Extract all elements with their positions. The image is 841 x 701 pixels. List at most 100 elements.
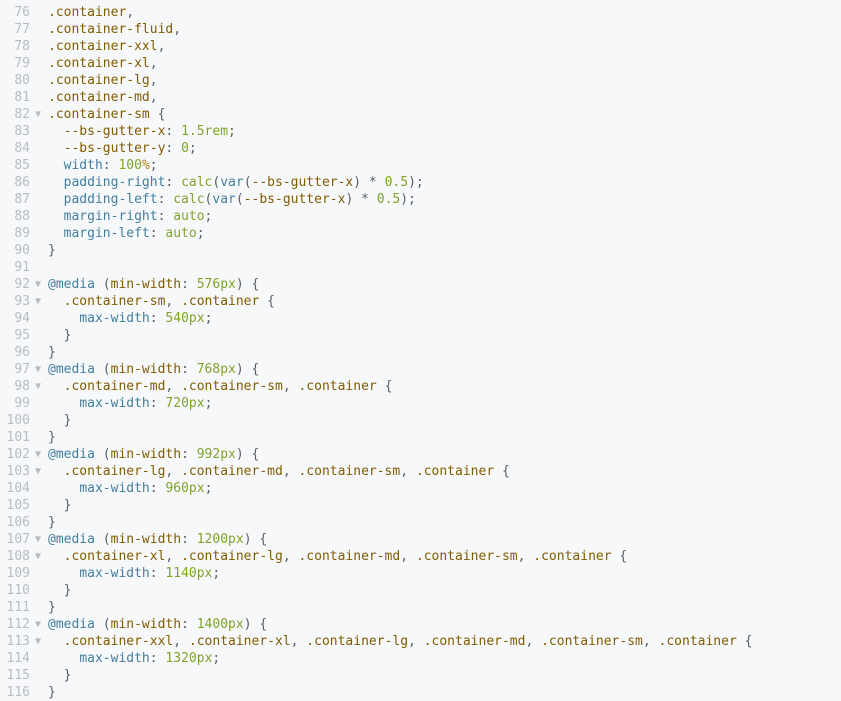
token-punc: (: [236, 192, 244, 207]
code-line[interactable]: @media (min-width: 768px) {: [48, 361, 841, 378]
code-line[interactable]: .container-sm {: [48, 106, 841, 123]
code-line[interactable]: max-width: 1320px;: [48, 650, 841, 667]
code-line[interactable]: max-width: 720px;: [48, 395, 841, 412]
fold-toggle-icon[interactable]: ▼: [34, 361, 46, 378]
line-number: 102: [0, 446, 34, 463]
code-line[interactable]: margin-left: auto;: [48, 225, 841, 242]
fold-toggle-icon[interactable]: ▼: [34, 616, 46, 633]
code-line[interactable]: [48, 259, 841, 276]
token-punc: }: [48, 498, 71, 513]
token-punc: ) {: [236, 447, 259, 462]
fold-toggle-icon[interactable]: ▼: [34, 633, 46, 650]
token-punc: }: [48, 430, 56, 445]
code-line[interactable]: max-width: 540px;: [48, 310, 841, 327]
code-line[interactable]: margin-right: auto;: [48, 208, 841, 225]
code-line[interactable]: .container-lg,: [48, 72, 841, 89]
code-line[interactable]: .container-xl, .container-lg, .container…: [48, 548, 841, 565]
fold-spacer: [34, 497, 46, 514]
code-line[interactable]: }: [48, 667, 841, 684]
token-sel: .container-fluid: [48, 22, 173, 37]
code-line[interactable]: max-width: 960px;: [48, 480, 841, 497]
code-line[interactable]: }: [48, 684, 841, 701]
token-punc: ;: [205, 396, 213, 411]
code-line[interactable]: .container-xxl, .container-xl, .containe…: [48, 633, 841, 650]
code-line[interactable]: }: [48, 327, 841, 344]
code-line[interactable]: }: [48, 429, 841, 446]
code-line[interactable]: .container,: [48, 4, 841, 21]
line-number: 94: [0, 310, 34, 327]
code-line[interactable]: }: [48, 582, 841, 599]
fold-toggle-icon[interactable]: ▼: [34, 276, 46, 293]
token-val: 1320px: [165, 651, 212, 666]
token-punc: }: [48, 243, 56, 258]
line-number: 114: [0, 650, 34, 667]
token-punc: ,: [400, 549, 416, 564]
token-sel: min-width: [111, 447, 181, 462]
code-line[interactable]: @media (min-width: 1200px) {: [48, 531, 841, 548]
code-line[interactable]: .container-lg, .container-md, .container…: [48, 463, 841, 480]
code-line[interactable]: }: [48, 497, 841, 514]
fold-column[interactable]: ▼▼▼▼▼▼▼▼▼▼▼: [34, 4, 46, 701]
token-punc: }: [48, 583, 71, 598]
token-val: auto: [165, 226, 196, 241]
code-line[interactable]: .container-md,: [48, 89, 841, 106]
code-line[interactable]: .container-xxl,: [48, 38, 841, 55]
token-punc: ,: [643, 634, 659, 649]
token-punc: ;: [150, 158, 158, 173]
code-line[interactable]: .container-md, .container-sm, .container…: [48, 378, 841, 395]
code-line[interactable]: @media (min-width: 992px) {: [48, 446, 841, 463]
code-line[interactable]: width: 100%;: [48, 157, 841, 174]
fold-toggle-icon[interactable]: ▼: [34, 293, 46, 310]
code-line[interactable]: @media (min-width: 1400px) {: [48, 616, 841, 633]
code-line[interactable]: --bs-gutter-y: 0;: [48, 140, 841, 157]
code-line[interactable]: --bs-gutter-x: 1.5rem;: [48, 123, 841, 140]
fold-toggle-icon[interactable]: ▼: [34, 531, 46, 548]
code-line[interactable]: }: [48, 412, 841, 429]
code-line[interactable]: }: [48, 514, 841, 531]
code-line[interactable]: max-width: 1140px;: [48, 565, 841, 582]
code-line[interactable]: }: [48, 242, 841, 259]
token-punc: }: [48, 685, 56, 700]
token-punc: ,: [165, 464, 181, 479]
fold-spacer: [34, 21, 46, 38]
token-punc: [48, 192, 64, 207]
fold-toggle-icon[interactable]: ▼: [34, 446, 46, 463]
fold-toggle-icon[interactable]: ▼: [34, 106, 46, 123]
line-number: 109: [0, 565, 34, 582]
code-line[interactable]: @media (min-width: 576px) {: [48, 276, 841, 293]
code-line[interactable]: .container-xl,: [48, 55, 841, 72]
line-number: 76: [0, 4, 34, 21]
line-number: 101: [0, 429, 34, 446]
fold-toggle-icon[interactable]: ▼: [34, 548, 46, 565]
code-content[interactable]: .container,.container-fluid,.container-x…: [46, 4, 841, 701]
code-line[interactable]: padding-right: calc(var(--bs-gutter-x) *…: [48, 174, 841, 191]
token-punc: }: [48, 328, 71, 343]
code-line[interactable]: .container-sm, .container {: [48, 293, 841, 310]
code-line[interactable]: .container-fluid,: [48, 21, 841, 38]
code-line[interactable]: padding-left: calc(var(--bs-gutter-x) * …: [48, 191, 841, 208]
line-number: 105: [0, 497, 34, 514]
code-line[interactable]: }: [48, 599, 841, 616]
fold-spacer: [34, 174, 46, 191]
token-punc: ,: [126, 5, 134, 20]
token-val: calc: [173, 192, 204, 207]
token-val: 540px: [165, 311, 204, 326]
line-number: 80: [0, 72, 34, 89]
fold-spacer: [34, 157, 46, 174]
token-sel: .container-lg: [306, 634, 408, 649]
line-number: 95: [0, 327, 34, 344]
fold-toggle-icon[interactable]: ▼: [34, 378, 46, 395]
token-prop: max-width: [79, 566, 149, 581]
fold-spacer: [34, 140, 46, 157]
code-editor[interactable]: 7677787980818283848586878889909192939495…: [0, 0, 841, 701]
token-prop: var: [220, 175, 243, 190]
token-pct: %: [142, 158, 150, 173]
fold-toggle-icon[interactable]: ▼: [34, 463, 46, 480]
token-punc: ,: [173, 22, 181, 37]
token-prop: margin-left: [64, 226, 150, 241]
token-punc: :: [150, 396, 166, 411]
fold-spacer: [34, 4, 46, 21]
code-line[interactable]: }: [48, 344, 841, 361]
line-number: 112: [0, 616, 34, 633]
token-prop: max-width: [79, 396, 149, 411]
